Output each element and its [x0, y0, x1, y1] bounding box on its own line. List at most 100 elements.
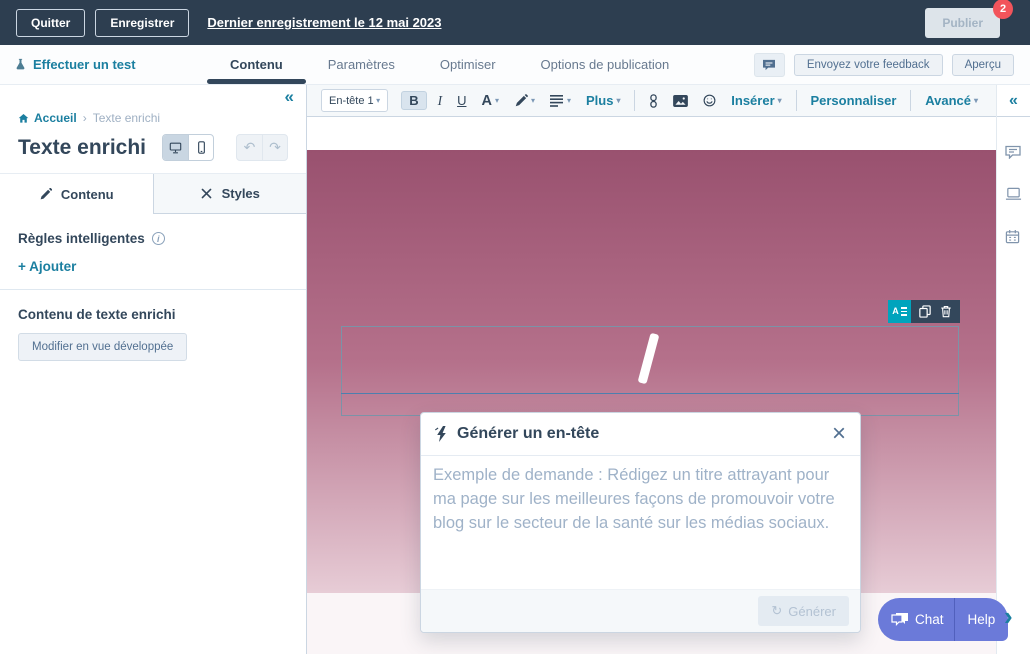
module-icon-letter: A — [892, 307, 899, 316]
modal-header: Générer un en-tête × — [421, 413, 860, 456]
last-saved-link[interactable]: Dernier enregistrement le 12 mai 2023 — [207, 15, 441, 30]
image-icon — [673, 95, 688, 107]
generate-button[interactable]: ↻ Générer — [758, 596, 849, 626]
tab-parametres[interactable]: Paramètres — [328, 45, 395, 84]
pencil-icon — [39, 188, 52, 201]
chevron-down-icon: ▾ — [495, 96, 499, 105]
desktop-view-button[interactable] — [163, 135, 188, 160]
text-color-button[interactable]: A ▾ — [477, 90, 503, 112]
module-hover-toolbar: A — [888, 300, 960, 323]
support-widget: Chat Help — [878, 598, 1008, 641]
align-button[interactable]: ▾ — [546, 92, 575, 110]
sidebar-tab-contenu-label: Contenu — [61, 187, 114, 202]
publish-button-wrap: Publier 2 — [925, 8, 1000, 38]
rich-text-editable-field[interactable] — [341, 326, 959, 416]
toolbar-divider — [796, 90, 797, 111]
feedback-button[interactable]: Envoyez votre feedback — [794, 54, 943, 76]
smart-rules-heading-row: Règles intelligentes i — [18, 231, 288, 246]
sidebar-tab-styles-label: Styles — [222, 186, 260, 201]
breadcrumb-home-link[interactable]: Accueil — [18, 111, 77, 125]
comments-panel-icon[interactable] — [1005, 145, 1022, 159]
more-formats-button[interactable]: Plus ▾ — [582, 90, 624, 111]
save-button[interactable]: Enregistrer — [95, 9, 189, 37]
link-button[interactable] — [645, 91, 662, 111]
emoji-button[interactable] — [699, 91, 720, 110]
highlighter-pen-icon — [514, 94, 528, 108]
prompt-input[interactable]: Exemple de demande : Rédigez un titre at… — [421, 456, 860, 542]
preview-button[interactable]: Aperçu — [952, 54, 1014, 76]
chevron-down-icon: ▾ — [531, 96, 535, 105]
info-icon[interactable]: i — [152, 232, 165, 245]
chat-bubbles-icon — [891, 612, 909, 627]
delete-module-icon[interactable] — [940, 305, 952, 318]
text-color-letter: A — [481, 93, 491, 109]
duplicate-module-icon[interactable] — [919, 305, 931, 318]
smart-rules-title: Règles intelligentes — [18, 231, 145, 246]
generate-button-label: Générer — [788, 604, 836, 619]
text-style-value: En-tête 1 — [329, 95, 374, 107]
insert-menu-button[interactable]: Insérer ▾ — [727, 90, 785, 111]
expand-panel-chevron-icon[interactable]: › — [1004, 601, 1013, 632]
action-bar: Effectuer un test Contenu Paramètres Opt… — [0, 45, 1030, 85]
rich-text-content-title: Contenu de texte enrichi — [18, 307, 288, 322]
undo-button[interactable]: ↶ — [237, 135, 262, 160]
module-title: Texte enrichi — [18, 136, 146, 160]
chevron-down-icon: ▾ — [376, 96, 380, 105]
advanced-menu-button[interactable]: Avancé ▾ — [921, 90, 982, 111]
text-style-select[interactable]: En-tête 1 ▾ — [321, 89, 388, 112]
underline-button[interactable]: U — [453, 90, 470, 111]
refresh-icon: ↻ — [771, 603, 782, 619]
chevron-down-icon: ▾ — [974, 96, 978, 105]
right-panel-collapse-icon[interactable]: « — [997, 85, 1030, 117]
lightning-bolt-icon — [435, 426, 448, 442]
add-smart-rule-link[interactable]: + Ajouter — [18, 259, 288, 274]
formatting-toolbar: En-tête 1 ▾ B I U A ▾ ▾ — [307, 85, 996, 117]
personalize-button[interactable]: Personnaliser — [806, 90, 900, 111]
laptop-panel-icon[interactable] — [1005, 187, 1022, 201]
sidebar-tabs: Contenu Styles — [0, 173, 306, 214]
insert-image-button[interactable] — [669, 92, 692, 110]
chevron-down-icon: ▾ — [567, 96, 571, 105]
modal-title: Générer un en-tête — [457, 425, 599, 443]
comments-button[interactable] — [754, 53, 785, 77]
rich-text-module-icon: A — [888, 300, 911, 323]
align-left-icon — [550, 95, 564, 107]
smiley-icon — [703, 94, 716, 107]
undo-redo-group: ↶ ↷ — [236, 134, 288, 161]
flask-icon — [14, 58, 27, 71]
sidebar-tab-contenu[interactable]: Contenu — [0, 174, 153, 214]
edit-expanded-view-button[interactable]: Modifier en vue développée — [18, 333, 187, 361]
italic-button[interactable]: I — [434, 90, 447, 112]
plus-icon: + — [18, 259, 26, 274]
chevron-down-icon: ▾ — [616, 96, 620, 105]
redo-button[interactable]: ↷ — [262, 135, 287, 160]
more-label: Plus — [586, 93, 613, 108]
bold-button[interactable]: B — [401, 91, 426, 110]
text-cursor-slash — [638, 333, 660, 385]
toolbar-divider — [634, 90, 635, 111]
module-icon-bars — [901, 307, 907, 316]
left-sidebar: « Accueil › Texte enrichi Texte enrichi — [0, 85, 307, 654]
tab-options-publication[interactable]: Options de publication — [541, 45, 670, 84]
tab-optimiser[interactable]: Optimiser — [440, 45, 496, 84]
publish-button[interactable]: Publier — [925, 8, 1000, 38]
sidebar-tab-styles[interactable]: Styles — [153, 174, 307, 214]
calendar-panel-icon[interactable] — [1005, 229, 1022, 244]
prompt-placeholder: Exemple de demande : Rédigez un titre at… — [433, 466, 835, 532]
highlight-color-button[interactable]: ▾ — [510, 91, 539, 111]
action-bar-right: Envoyez votre feedback Aperçu — [754, 53, 1014, 77]
top-bar: Quitter Enregistrer Dernier enregistreme… — [0, 0, 1030, 45]
run-test-link[interactable]: Effectuer un test — [14, 57, 136, 72]
mobile-view-button[interactable] — [188, 135, 213, 160]
sidebar-collapse-icon[interactable]: « — [285, 87, 294, 107]
module-title-row: Texte enrichi — [18, 134, 288, 161]
chat-button[interactable]: Chat — [878, 598, 954, 641]
generate-header-modal: Générer un en-tête × Exemple de demande … — [420, 412, 861, 633]
help-button[interactable]: Help — [955, 598, 1009, 641]
close-icon[interactable]: × — [832, 422, 846, 446]
textbox-inner-rule — [341, 393, 959, 394]
tab-contenu[interactable]: Contenu — [230, 45, 283, 84]
quit-button[interactable]: Quitter — [16, 9, 85, 37]
breadcrumb: Accueil › Texte enrichi — [18, 111, 288, 125]
page-top-whitespace — [307, 117, 996, 150]
